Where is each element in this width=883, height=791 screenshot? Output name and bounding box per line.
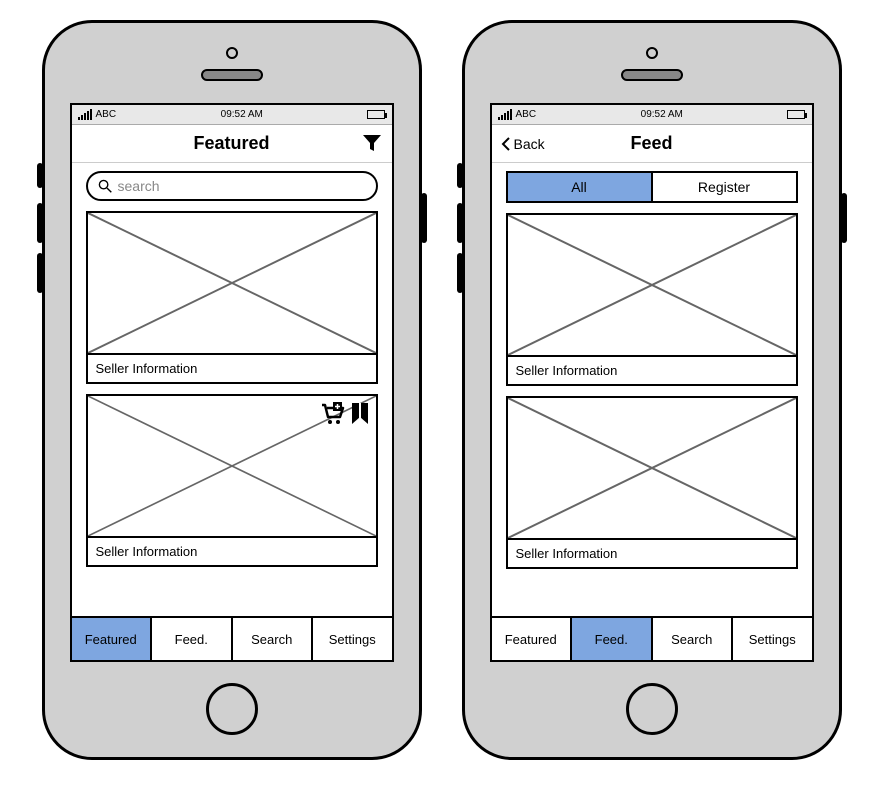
chevron-left-icon [500,137,512,151]
carrier-label: ABC [516,109,537,120]
battery-icon [787,110,805,119]
segmented-control: All Register [506,171,798,203]
image-placeholder [88,396,376,536]
signal-icon [498,109,512,120]
filter-icon[interactable] [362,133,382,158]
tab-featured[interactable]: Featured [72,618,153,660]
bookmark-icon[interactable] [350,402,370,426]
segment-all[interactable]: All [508,173,653,201]
product-card[interactable]: Seller Information [86,211,378,384]
carrier-label: ABC [96,109,117,120]
back-label: Back [514,136,545,152]
seller-info: Seller Information [88,353,376,382]
content: All Register Seller Information Seller I… [492,163,812,616]
image-placeholder [88,213,376,353]
product-card[interactable]: Seller Information [86,394,378,567]
content: search Seller Information [72,163,392,616]
screen: ABC 09:52 AM Back Feed All Register [490,103,814,662]
search-placeholder: search [118,178,160,194]
page-title: Feed [630,133,672,154]
battery-icon [367,110,385,119]
phone-feed: ABC 09:52 AM Back Feed All Register [462,20,842,760]
screen: ABC 09:52 AM Featured search Seller Info [70,103,394,662]
search-icon [98,179,112,193]
page-title: Featured [193,133,269,154]
image-placeholder [508,398,796,538]
tab-bar: Featured Feed. Search Settings [72,616,392,660]
status-bar: ABC 09:52 AM [72,105,392,125]
image-placeholder [508,215,796,355]
tab-settings[interactable]: Settings [313,618,392,660]
tab-featured[interactable]: Featured [492,618,573,660]
search-input[interactable]: search [86,171,378,201]
tab-search[interactable]: Search [233,618,314,660]
seller-info: Seller Information [508,538,796,567]
status-time: 09:52 AM [641,109,683,120]
seller-info: Seller Information [88,536,376,565]
back-button[interactable]: Back [500,136,545,152]
status-bar: ABC 09:52 AM [492,105,812,125]
nav-bar: Back Feed [492,125,812,163]
tab-settings[interactable]: Settings [733,618,812,660]
segment-register[interactable]: Register [653,173,796,201]
tab-bar: Featured Feed. Search Settings [492,616,812,660]
signal-icon [78,109,92,120]
seller-info: Seller Information [508,355,796,384]
phone-featured: ABC 09:52 AM Featured search Seller Info [42,20,422,760]
product-card[interactable]: Seller Information [506,396,798,569]
tab-feed[interactable]: Feed. [572,618,653,660]
tab-search[interactable]: Search [653,618,734,660]
product-card[interactable]: Seller Information [506,213,798,386]
tab-feed[interactable]: Feed. [152,618,233,660]
status-time: 09:52 AM [221,109,263,120]
nav-bar: Featured [72,125,392,163]
add-to-cart-icon[interactable] [320,402,346,426]
